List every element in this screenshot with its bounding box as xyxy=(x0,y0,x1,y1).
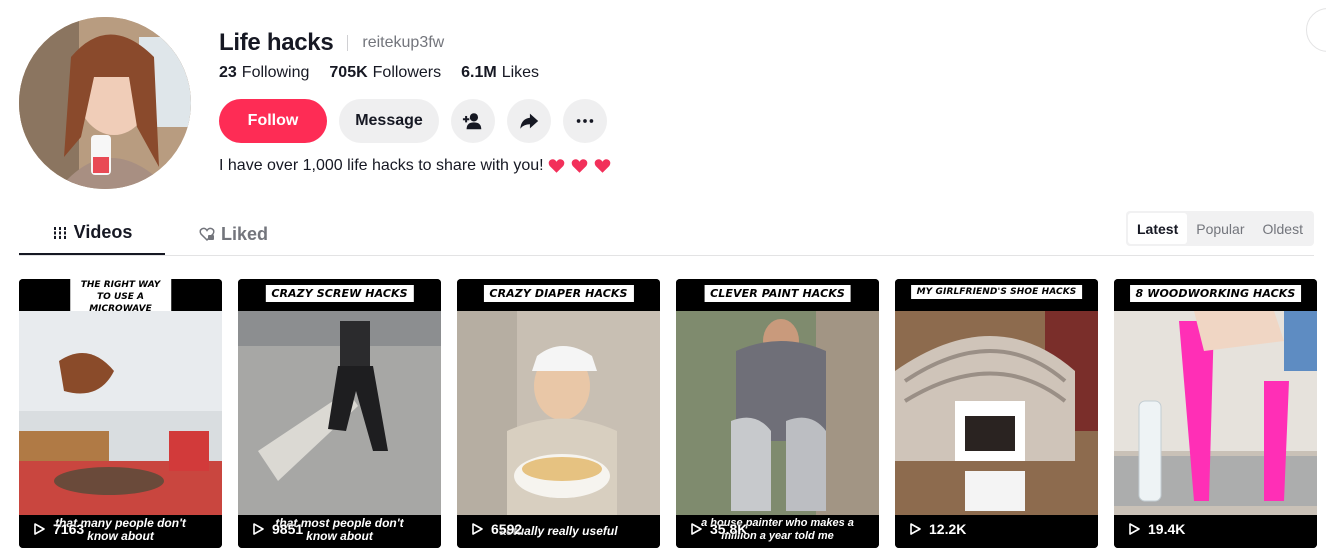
corner-action-button[interactable] xyxy=(1306,8,1326,52)
video-grid: THE RIGHT WAY TO USE A MICROWAVE that ma… xyxy=(19,279,1317,548)
more-button[interactable] xyxy=(563,99,607,143)
followers-stat[interactable]: 705K Followers xyxy=(329,64,441,82)
username: reitekup3fw xyxy=(362,34,445,51)
play-icon xyxy=(910,523,921,535)
following-count: 23 xyxy=(219,64,237,81)
heart-lock-icon xyxy=(199,227,215,242)
video-footer: 12.2K xyxy=(895,515,1098,548)
caption-line: THE RIGHT WAY xyxy=(80,280,161,290)
likes-count: 6.1M xyxy=(461,64,497,81)
view-count-value: 35.8K xyxy=(710,521,748,537)
more-horizontal-icon xyxy=(576,119,594,123)
video-caption-bar: CRAZY DIAPER HACKS xyxy=(457,279,660,312)
view-count: 7163 xyxy=(33,521,84,537)
tab-videos-label: Videos xyxy=(73,222,133,242)
video-caption-bar: CLEVER PAINT HACKS xyxy=(676,279,879,312)
view-count: 19.4K xyxy=(1128,521,1185,537)
tab-videos[interactable]: Videos xyxy=(19,212,165,255)
grid-icon xyxy=(52,226,67,239)
following-label: Following xyxy=(241,64,310,81)
play-icon xyxy=(34,523,45,535)
video-footer: 19.4K xyxy=(1114,515,1317,548)
heart-icon xyxy=(548,159,564,173)
view-count: 6592 xyxy=(471,521,522,537)
video-footer: actually really useful 6592 xyxy=(457,515,660,548)
heart-icon xyxy=(594,159,610,173)
video-caption: CRAZY SCREW HACKS xyxy=(265,285,414,302)
video-caption-bar: 8 WOODWORKING HACKS xyxy=(1114,279,1317,312)
view-count: 12.2K xyxy=(909,521,966,537)
video-thumbnail xyxy=(238,311,441,516)
share-arrow-icon xyxy=(520,113,539,129)
sort-latest[interactable]: Latest xyxy=(1128,213,1188,244)
profile-actions: Follow Message xyxy=(219,99,607,143)
video-footer: that most people don't know about 9851 xyxy=(238,515,441,548)
tab-liked-label: Liked xyxy=(221,223,269,244)
sort-oldest[interactable]: Oldest xyxy=(1254,213,1312,244)
name-separator xyxy=(347,35,349,51)
video-caption-bar: CRAZY SCREW HACKS xyxy=(238,279,441,312)
bio-text: I have over 1,000 life hacks to share wi… xyxy=(219,157,544,174)
video-thumbnail xyxy=(895,311,1098,516)
play-icon xyxy=(691,523,702,535)
view-count-value: 6592 xyxy=(491,521,523,537)
video-thumbnail xyxy=(1114,311,1317,516)
view-count-value: 19.4K xyxy=(1148,521,1186,537)
likes-label: Likes xyxy=(501,64,540,81)
video-card[interactable]: MY GIRLFRIEND'S SHOE HACKS 12.2K xyxy=(895,279,1098,548)
profile-tabs: Videos Liked xyxy=(19,212,1314,256)
video-caption: MY GIRLFRIEND'S SHOE HACKS xyxy=(910,285,1083,299)
video-thumbnail xyxy=(19,311,222,516)
play-icon xyxy=(253,523,264,535)
person-plus-icon xyxy=(462,113,482,130)
sort-popular[interactable]: Popular xyxy=(1187,213,1253,244)
video-card[interactable]: CRAZY SCREW HACKS that most people don't… xyxy=(238,279,441,548)
video-card[interactable]: CLEVER PAINT HACKS a house painter who m… xyxy=(676,279,879,548)
video-caption-bar: THE RIGHT WAY TO USE A MICROWAVE xyxy=(19,279,222,317)
add-friend-button[interactable] xyxy=(451,99,495,143)
followers-label: Followers xyxy=(372,64,442,81)
play-icon xyxy=(1129,523,1140,535)
video-card[interactable]: CRAZY DIAPER HACKS actually really usefu… xyxy=(457,279,660,548)
share-button[interactable] xyxy=(507,99,551,143)
view-count-value: 7163 xyxy=(53,521,85,537)
view-count: 35.8K xyxy=(690,521,747,537)
profile-bio: I have over 1,000 life hacks to share wi… xyxy=(219,157,611,175)
video-caption-bar: MY GIRLFRIEND'S SHOE HACKS xyxy=(895,279,1098,312)
play-icon xyxy=(472,523,483,535)
profile-stats: 23 Following 705K Followers 6.1M Likes xyxy=(219,64,539,82)
video-thumbnail xyxy=(676,311,879,516)
view-count-value: 9851 xyxy=(272,521,304,537)
video-caption: CRAZY DIAPER HACKS xyxy=(483,285,634,302)
bio-hearts xyxy=(548,158,611,174)
likes-stat: 6.1M Likes xyxy=(461,64,539,82)
display-name: Life hacks xyxy=(219,29,334,56)
sort-segmented-control: Latest Popular Oldest xyxy=(1126,211,1314,246)
view-count: 9851 xyxy=(252,521,303,537)
followers-count: 705K xyxy=(329,64,368,81)
video-caption: CLEVER PAINT HACKS xyxy=(704,285,851,302)
view-count-value: 12.2K xyxy=(929,521,967,537)
profile-avatar[interactable] xyxy=(19,17,191,189)
video-caption: 8 WOODWORKING HACKS xyxy=(1129,285,1302,302)
following-stat[interactable]: 23 Following xyxy=(219,64,309,82)
tab-liked[interactable]: Liked xyxy=(199,212,268,256)
video-card[interactable]: THE RIGHT WAY TO USE A MICROWAVE that ma… xyxy=(19,279,222,548)
follow-button[interactable]: Follow xyxy=(219,99,327,143)
video-footer: a house painter who makes a million a ye… xyxy=(676,515,879,548)
video-footer: that many people don't know about 7163 xyxy=(19,515,222,548)
video-thumbnail xyxy=(457,311,660,516)
heart-icon xyxy=(571,159,587,173)
avatar-image xyxy=(19,17,191,189)
message-button[interactable]: Message xyxy=(339,99,439,143)
video-card[interactable]: 8 WOODWORKING HACKS 19.4K xyxy=(1114,279,1317,548)
